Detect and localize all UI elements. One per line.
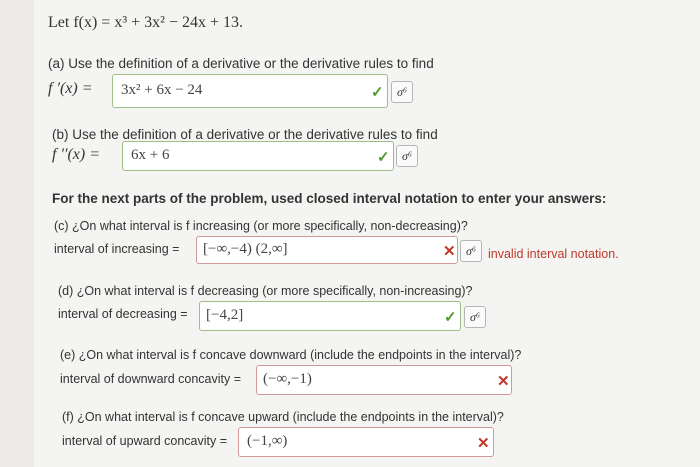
part-b-answer-field[interactable]: 6x + 6 ✓ bbox=[122, 141, 394, 171]
part-a-answer-field[interactable]: 3x² + 6x − 24 ✓ bbox=[112, 74, 388, 108]
part-f-answer-field[interactable]: (−1,∞) ✕ bbox=[238, 427, 494, 457]
part-a-answer: 3x² + 6x − 24 bbox=[121, 82, 203, 98]
part-d-label: interval of decreasing = bbox=[58, 307, 188, 321]
part-f-answer: (−1,∞) bbox=[247, 433, 288, 449]
cross-icon: ✕ bbox=[477, 435, 490, 452]
part-c-feedback: invalid interval notation. bbox=[488, 247, 619, 261]
part-a-prompt: (a) Use the definition of a derivative o… bbox=[48, 56, 434, 71]
part-d-prompt: (d) ¿On what interval is f decreasing (o… bbox=[58, 284, 473, 298]
cross-icon: ✕ bbox=[443, 243, 456, 260]
part-e-answer-field[interactable]: (−∞,−1) ✕ bbox=[256, 365, 512, 395]
symbol-palette-button[interactable]: σ⁶ bbox=[396, 145, 418, 167]
check-icon: ✓ bbox=[444, 309, 457, 326]
part-f-prompt: (f) ¿On what interval is f concave upwar… bbox=[62, 410, 504, 424]
symbol-palette-button[interactable]: σ⁶ bbox=[460, 240, 482, 262]
cross-icon: ✕ bbox=[497, 373, 510, 390]
part-c-prompt: (c) ¿On what interval is f increasing (o… bbox=[54, 219, 468, 233]
part-b-prompt: (b) Use the definition of a derivative o… bbox=[52, 127, 438, 142]
part-a-label: f ′(x) = bbox=[48, 80, 93, 97]
symbol-palette-button[interactable]: σ⁶ bbox=[464, 306, 486, 328]
part-f-label: interval of upward concavity = bbox=[62, 434, 228, 448]
left-margin-bar bbox=[0, 0, 34, 467]
part-c-answer: [−∞,−4) (2,∞] bbox=[203, 241, 288, 257]
part-e-label: interval of downward concavity = bbox=[60, 372, 241, 386]
part-c-answer-field[interactable]: [−∞,−4) (2,∞] ✕ bbox=[196, 236, 458, 264]
part-b-label: f ′′(x) = bbox=[52, 146, 100, 163]
part-c-label: interval of increasing = bbox=[54, 242, 180, 256]
problem-statement: Let f(x) = x³ + 3x² − 24x + 13. bbox=[48, 14, 243, 31]
part-b-answer: 6x + 6 bbox=[131, 147, 170, 163]
instructions: For the next parts of the problem, used … bbox=[52, 191, 607, 206]
part-d-answer: [−4,2] bbox=[206, 307, 244, 323]
part-d-answer-field[interactable]: [−4,2] ✓ bbox=[199, 301, 461, 331]
check-icon: ✓ bbox=[377, 149, 390, 166]
check-icon: ✓ bbox=[371, 84, 384, 101]
part-e-prompt: (e) ¿On what interval is f concave downw… bbox=[60, 348, 522, 362]
symbol-palette-button[interactable]: σ⁶ bbox=[391, 81, 413, 103]
part-e-answer: (−∞,−1) bbox=[263, 371, 312, 387]
